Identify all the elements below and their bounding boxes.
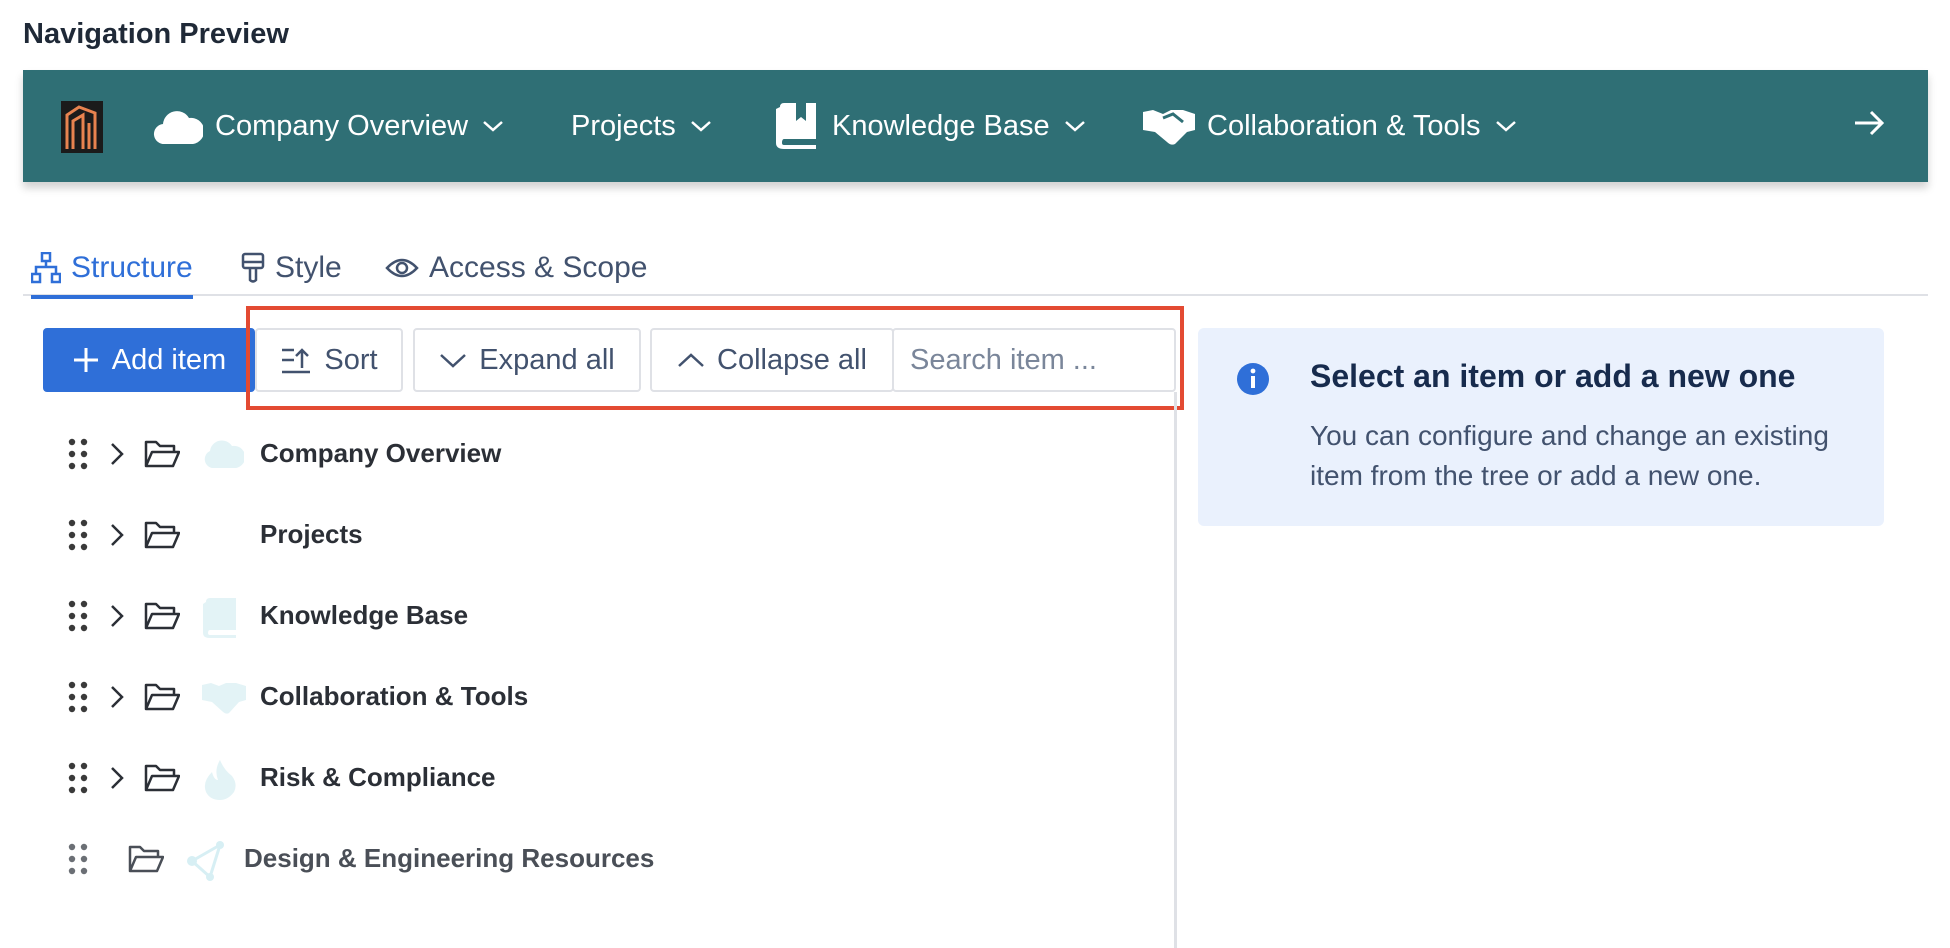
tree-item-label: Projects	[260, 519, 363, 549]
tab-label: Structure	[71, 251, 193, 284]
arrow-right-icon[interactable]	[1852, 106, 1886, 145]
chevron-down-icon	[690, 119, 712, 133]
search-input[interactable]	[892, 328, 1176, 392]
drag-handle-icon[interactable]	[68, 438, 88, 475]
paint-brush-icon	[241, 252, 265, 284]
info-text: You can configure and change an existing…	[1310, 420, 1829, 491]
folder-open-icon	[144, 600, 181, 637]
sort-icon	[280, 346, 312, 374]
handshake-icon	[1143, 106, 1195, 146]
handshake-icon	[202, 679, 246, 720]
chevron-right-icon[interactable]	[110, 604, 124, 633]
cloud-icon	[202, 436, 246, 477]
folder-open-icon	[144, 681, 181, 718]
tree-item-label: Design & Engineering Resources	[244, 843, 655, 873]
expand-all-button[interactable]: Expand all	[413, 328, 641, 392]
sort-label: Sort	[324, 343, 378, 376]
tab-label: Style	[275, 251, 342, 284]
nav-item-projects[interactable]: Projects	[571, 70, 712, 182]
book-icon	[776, 103, 820, 149]
nav-item-label: Knowledge Base	[832, 109, 1050, 142]
tree-item-label: Collaboration & Tools	[260, 681, 529, 711]
sitemap-icon	[31, 252, 61, 284]
drag-handle-icon[interactable]	[68, 600, 88, 637]
chevron-right-icon[interactable]	[110, 523, 124, 552]
chevron-right-icon[interactable]	[110, 685, 124, 714]
tab-structure[interactable]: Structure	[31, 240, 193, 299]
nav-item-label: Company Overview	[215, 109, 469, 142]
info-title: Select an item or add a new one	[1310, 358, 1796, 394]
book-icon	[202, 598, 238, 643]
chevron-down-icon	[1064, 119, 1086, 133]
folder-open-icon	[144, 519, 181, 556]
collapse-all-button[interactable]: Collapse all	[650, 328, 894, 392]
chevron-up-icon	[677, 351, 705, 369]
panel-divider[interactable]	[1174, 392, 1177, 948]
folder-open-icon	[128, 843, 165, 880]
info-icon	[1236, 362, 1270, 401]
tree-item-label: Company Overview	[260, 438, 502, 468]
add-item-button[interactable]: Add item	[43, 328, 255, 392]
chevron-down-icon	[1495, 119, 1517, 133]
drag-handle-icon[interactable]	[68, 681, 88, 718]
drag-handle-icon[interactable]	[68, 843, 88, 880]
folder-open-icon	[144, 762, 181, 799]
logo-icon	[61, 101, 103, 153]
tab-access-scope[interactable]: Access & Scope	[385, 240, 647, 296]
nav-item-collaboration-tools[interactable]: Collaboration & Tools	[1143, 70, 1517, 182]
eye-icon	[385, 256, 419, 280]
chevron-right-icon[interactable]	[110, 442, 124, 471]
preview-title: Navigation Preview	[23, 18, 289, 50]
tab-bar: Structure Style Access & Scope	[23, 240, 1928, 299]
collapse-all-label: Collapse all	[717, 343, 867, 376]
drag-handle-icon[interactable]	[68, 519, 88, 556]
sort-button[interactable]: Sort	[255, 328, 403, 392]
tab-style[interactable]: Style	[241, 240, 342, 296]
chevron-down-icon	[482, 119, 504, 133]
expand-all-label: Expand all	[479, 343, 615, 376]
folder-open-icon	[144, 438, 181, 475]
plus-icon	[72, 346, 100, 374]
nav-item-label: Collaboration & Tools	[1207, 109, 1481, 142]
nav-item-label: Projects	[571, 109, 676, 142]
chevron-down-icon	[439, 351, 467, 369]
nav-item-company-overview[interactable]: Company Overview	[153, 70, 504, 182]
tab-label: Access & Scope	[429, 251, 648, 284]
tree-item-label: Risk & Compliance	[260, 762, 496, 792]
share-nodes-icon	[186, 841, 228, 886]
nav-item-knowledge-base[interactable]: Knowledge Base	[776, 70, 1086, 182]
add-item-label: Add item	[111, 343, 227, 376]
cloud-icon	[153, 106, 203, 146]
fire-icon	[202, 760, 238, 805]
navigation-bar: Company Overview Projects Knowledge Base…	[23, 70, 1928, 182]
chevron-right-icon[interactable]	[110, 766, 124, 795]
tree-item-label: Knowledge Base	[260, 600, 469, 630]
drag-handle-icon[interactable]	[68, 762, 88, 799]
info-panel: Select an item or add a new one You can …	[1198, 328, 1884, 526]
